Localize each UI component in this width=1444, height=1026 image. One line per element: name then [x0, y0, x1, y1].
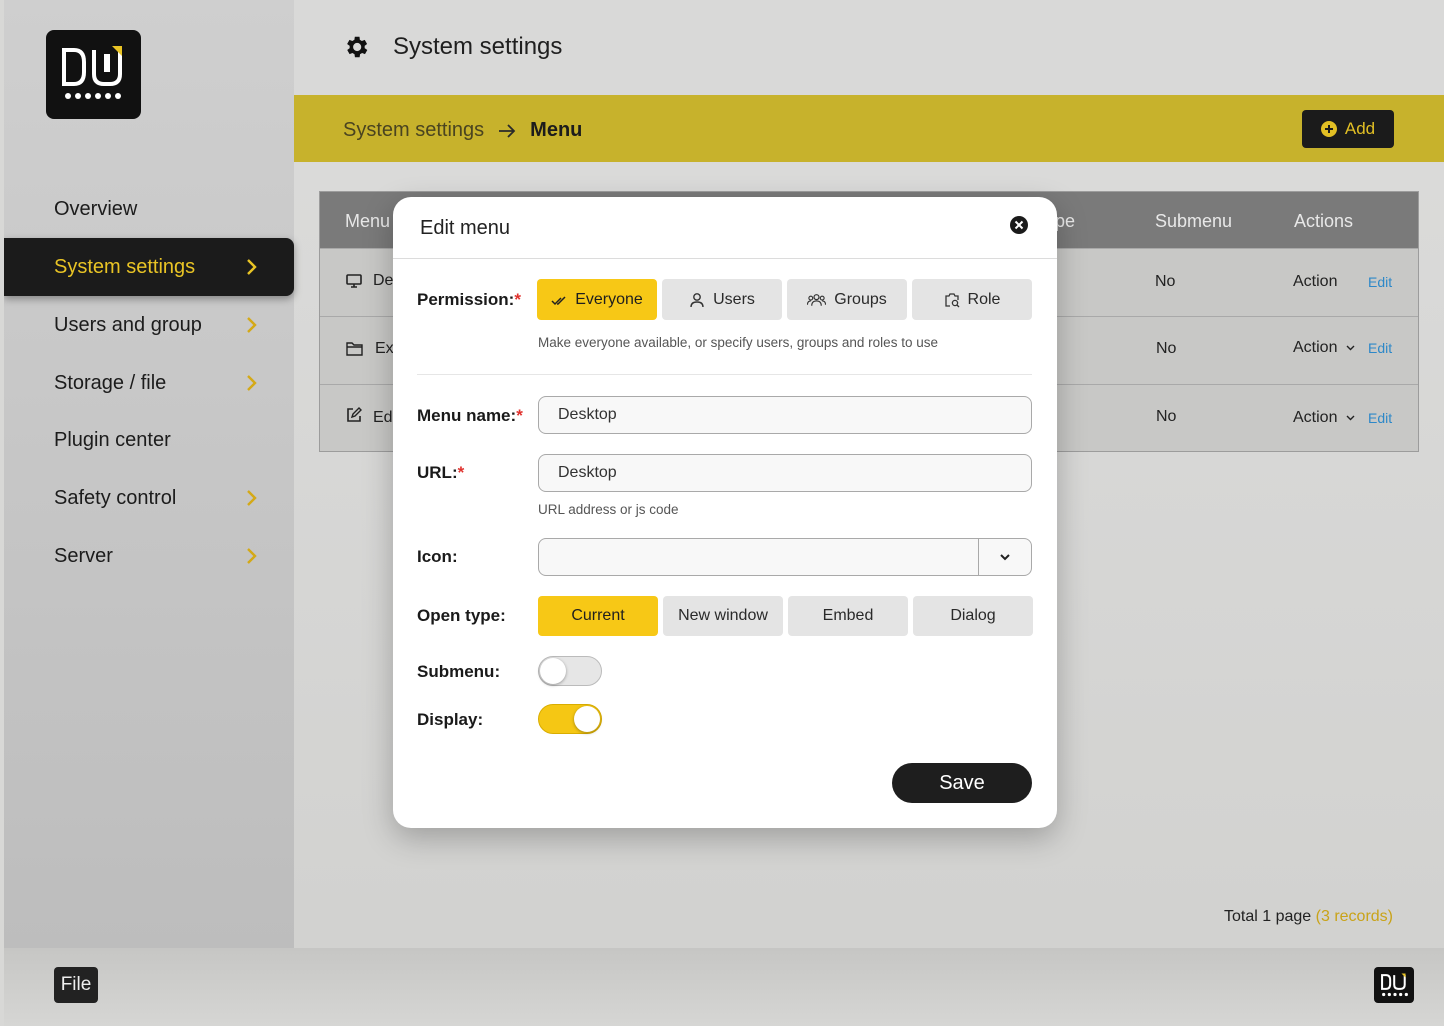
- gear-icon: [347, 36, 368, 58]
- open-type-dialog[interactable]: Dialog: [913, 596, 1033, 636]
- row-edit-link[interactable]: Edit: [1368, 274, 1392, 290]
- sidebar-item-server[interactable]: Server: [4, 527, 294, 585]
- chevron-down-icon: [1346, 345, 1355, 351]
- row-name: Ex: [375, 340, 394, 357]
- open-type-label: Open type:: [417, 606, 506, 625]
- row-action[interactable]: Action: [1293, 339, 1337, 357]
- breadcrumb: System settings Menu: [343, 119, 582, 142]
- add-button[interactable]: Add: [1302, 110, 1394, 148]
- row-submenu: No: [1156, 408, 1177, 425]
- url-input[interactable]: Desktop: [538, 454, 1032, 492]
- permission-label: Permission:*: [417, 290, 521, 309]
- role-search-icon: [944, 292, 960, 307]
- breadcrumb-current: Menu: [530, 119, 583, 141]
- app-screen: Overview System settings Users and group…: [4, 0, 1444, 1026]
- row-name: De: [373, 272, 394, 289]
- submenu-label: Submenu:: [417, 662, 501, 681]
- row-submenu: No: [1155, 273, 1176, 290]
- users-group-icon: [807, 293, 827, 306]
- file-button[interactable]: File: [54, 967, 98, 1003]
- chevron-right-icon: [247, 375, 257, 391]
- sidebar-item-plugin-center[interactable]: Plugin center: [4, 411, 294, 469]
- toggle-knob: [574, 706, 600, 732]
- plus-circle-icon: [1320, 121, 1337, 137]
- open-type-embed[interactable]: Embed: [788, 596, 908, 636]
- section-divider: [417, 374, 1032, 375]
- url-hint: URL address or js code: [538, 502, 679, 517]
- file-button-label: File: [60, 974, 92, 995]
- sidebar-item-label: Server: [54, 544, 113, 567]
- permission-role[interactable]: Role: [912, 279, 1032, 320]
- total-pages: Total 1 page: [1224, 908, 1312, 925]
- page-header: System settings: [294, 0, 1444, 95]
- dock-app-logo[interactable]: [1374, 967, 1414, 1003]
- sidebar-item-label: Storage / file: [54, 371, 167, 394]
- pagination-summary: Total 1 page (3 records): [1224, 908, 1393, 926]
- chevron-right-icon: [247, 317, 257, 333]
- chevron-down-icon: [1000, 553, 1010, 560]
- sidebar-item-label: Safety control: [54, 486, 177, 509]
- permission-groups[interactable]: Groups: [787, 279, 907, 320]
- monitor-icon: [346, 274, 362, 288]
- close-icon[interactable]: [1009, 215, 1029, 235]
- display-toggle[interactable]: [538, 704, 602, 734]
- display-label: Display:: [417, 710, 484, 729]
- chevron-right-icon: [247, 490, 257, 506]
- sidebar-item-overview[interactable]: Overview: [4, 180, 294, 238]
- chevron-down-icon: [1346, 415, 1355, 421]
- edit-icon: [347, 407, 362, 422]
- sidebar-item-system-settings[interactable]: System settings: [4, 238, 294, 296]
- sidebar-item-storage-file[interactable]: Storage / file: [4, 354, 294, 412]
- dialog-title: Edit menu: [420, 217, 511, 239]
- row-edit-link[interactable]: Edit: [1368, 410, 1392, 426]
- icon-label: Icon:: [417, 547, 458, 566]
- app-logo[interactable]: [46, 30, 141, 119]
- taskbar: File: [4, 948, 1444, 1026]
- sidebar-item-safety-control[interactable]: Safety control: [4, 469, 294, 527]
- row-action[interactable]: Action: [1293, 273, 1337, 291]
- record-count: (3 records): [1315, 908, 1393, 925]
- sidebar: Overview System settings Users and group…: [4, 0, 294, 948]
- breadcrumb-parent[interactable]: System settings: [343, 119, 484, 142]
- save-button[interactable]: Save: [892, 763, 1032, 803]
- logo-mark-icon: [62, 46, 122, 99]
- open-type-current[interactable]: Current: [538, 596, 658, 636]
- chevron-right-icon: [247, 259, 257, 275]
- dialog-header: Edit menu: [393, 197, 1057, 259]
- permission-hint: Make everyone available, or specify user…: [538, 335, 938, 350]
- open-type-new-window[interactable]: New window: [663, 596, 783, 636]
- url-label: URL:*: [417, 463, 465, 482]
- page-title: System settings: [393, 33, 563, 60]
- arrow-right-icon: [499, 123, 516, 138]
- row-edit-link[interactable]: Edit: [1368, 340, 1392, 356]
- toggle-knob: [540, 658, 566, 684]
- sidebar-item-label: System settings: [54, 255, 196, 278]
- sidebar-item-label: Users and group: [54, 313, 202, 336]
- row-submenu: No: [1156, 340, 1177, 357]
- icon-select[interactable]: [538, 538, 1032, 576]
- user-icon: [690, 292, 704, 307]
- logo-mark-icon: [1381, 973, 1408, 997]
- folder-icon: [346, 342, 363, 356]
- permission-everyone[interactable]: Everyone: [537, 279, 657, 320]
- sidebar-item-label: Overview: [54, 197, 138, 220]
- breadcrumb-bar: System settings Menu Add: [294, 95, 1444, 162]
- sidebar-item-label: Plugin center: [54, 428, 171, 451]
- edit-menu-dialog: Edit menu Permission:* Everyone Users Gr…: [393, 197, 1057, 828]
- add-button-label: Add: [1344, 119, 1376, 138]
- row-action[interactable]: Action: [1293, 409, 1337, 427]
- column-header-type: pe: [1055, 211, 1076, 231]
- column-header-submenu: Submenu: [1155, 211, 1233, 231]
- menu-name-label: Menu name:*: [417, 406, 523, 425]
- select-caret[interactable]: [978, 539, 1031, 575]
- menu-name-input[interactable]: Desktop: [538, 396, 1032, 434]
- double-check-icon: [551, 295, 566, 305]
- column-header-menu: Menu: [345, 211, 391, 231]
- chevron-right-icon: [247, 548, 257, 564]
- permission-users[interactable]: Users: [662, 279, 782, 320]
- sidebar-item-users-and-group[interactable]: Users and group: [4, 296, 294, 354]
- submenu-toggle[interactable]: [538, 656, 602, 686]
- column-header-actions: Actions: [1294, 211, 1354, 231]
- row-name: Ed: [373, 409, 393, 426]
